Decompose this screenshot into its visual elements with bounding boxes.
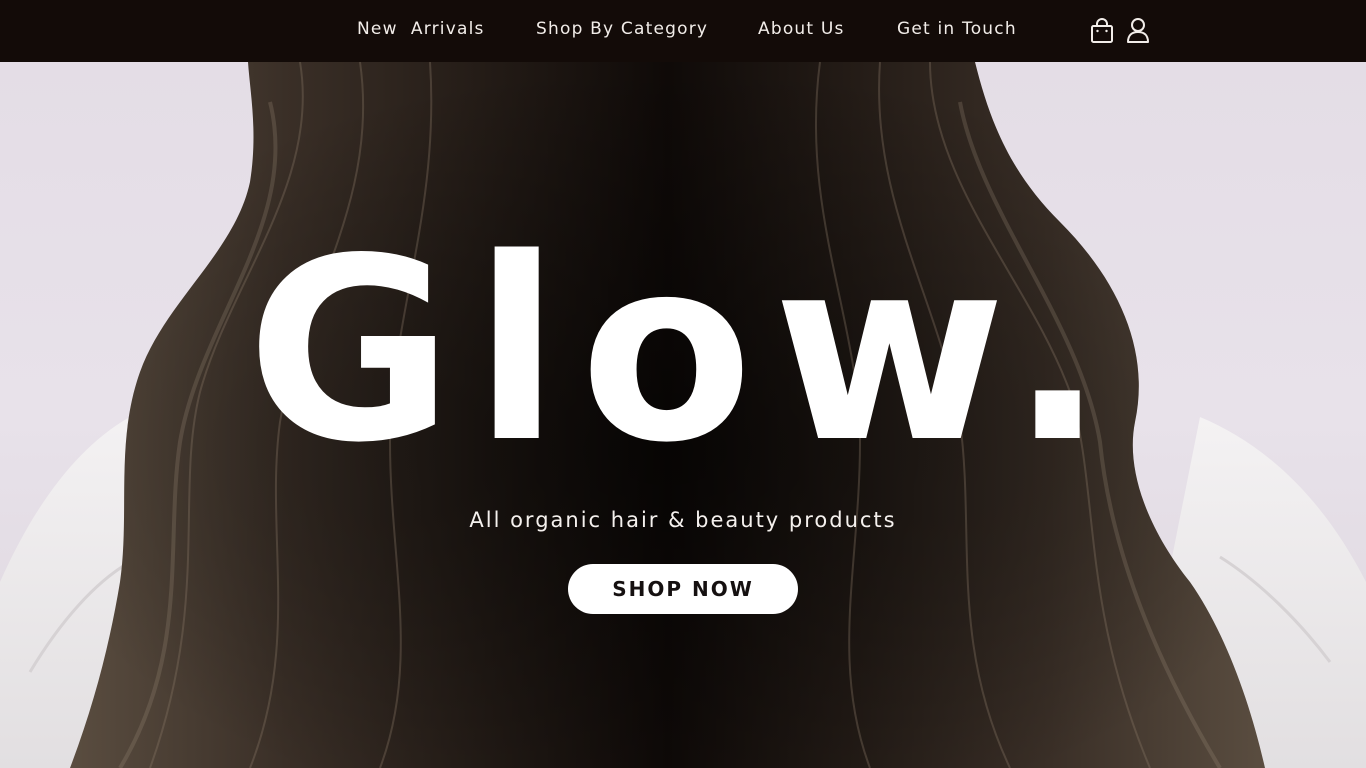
shopping-bag-icon[interactable] — [1088, 16, 1116, 46]
user-account-icon[interactable] — [1124, 16, 1152, 46]
nav-link-get-in-touch[interactable]: Get in Touch — [897, 18, 1017, 40]
hero-banner: Glow. All organic hair & beauty products… — [0, 62, 1366, 768]
shop-now-button[interactable]: SHOP NOW — [568, 564, 798, 614]
nav-link-about-us[interactable]: About Us — [758, 18, 845, 40]
top-navigation-bar: New Arrivals Shop By Category About Us G… — [0, 0, 1366, 62]
nav-link-shop-by-category[interactable]: Shop By Category — [536, 18, 708, 40]
hero-subtitle: All organic hair & beauty products — [469, 508, 897, 532]
nav-link-new-arrivals[interactable]: New Arrivals — [357, 18, 485, 40]
hero-title: Glow. — [246, 205, 1126, 498]
landing-page: New Arrivals Shop By Category About Us G… — [0, 0, 1366, 768]
